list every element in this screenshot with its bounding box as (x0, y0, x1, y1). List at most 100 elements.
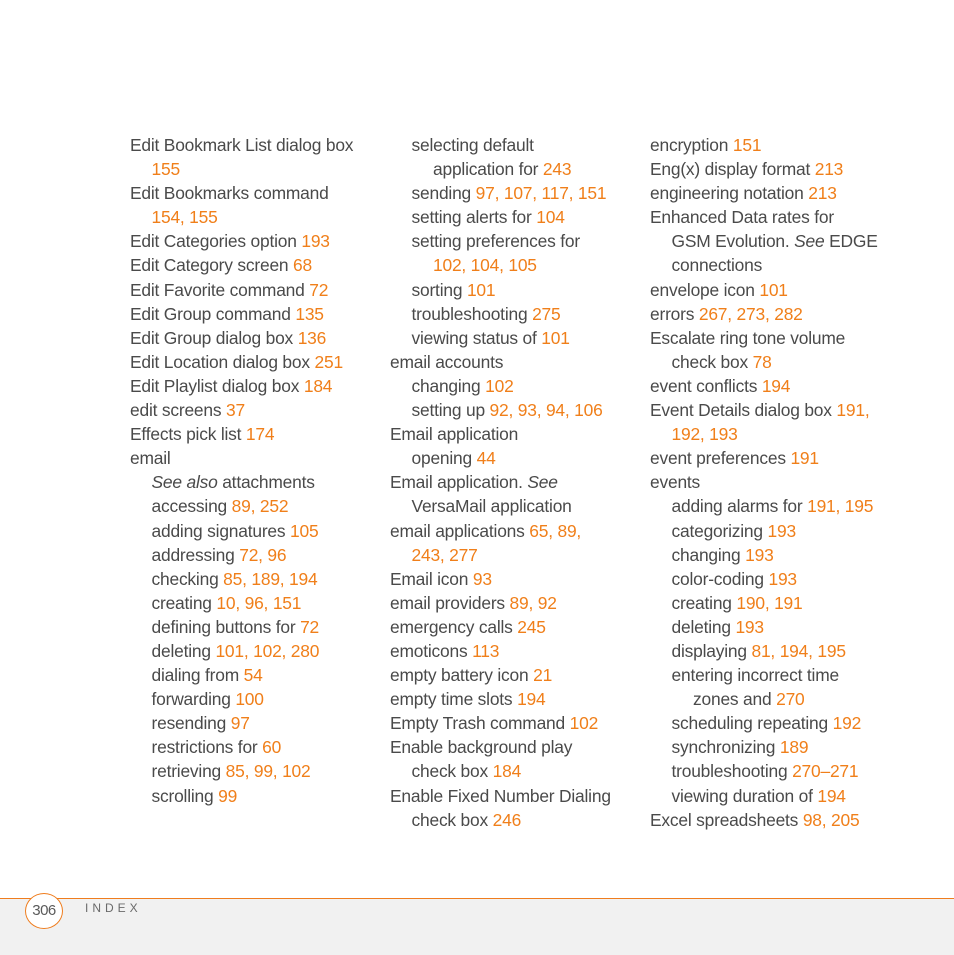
page-reference-link[interactable]: 174 (246, 424, 275, 444)
page-reference-link[interactable]: 246 (493, 810, 522, 830)
page-reference-link[interactable]: 275 (532, 304, 561, 324)
page-reference-link[interactable]: 54 (244, 665, 263, 685)
page-reference-link[interactable]: 136 (298, 328, 327, 348)
index-subentry: connections (650, 253, 910, 277)
page-reference-link[interactable]: 89, 92 (510, 593, 557, 613)
page-number-badge: 306 (25, 893, 63, 929)
index-subentry: setting alerts for 104 (390, 205, 640, 229)
index-subentry: 243, 277 (390, 543, 640, 567)
page-reference-link[interactable]: 267, 273, 282 (699, 304, 803, 324)
page-reference-link[interactable]: 151 (733, 135, 762, 155)
page-reference-link[interactable]: 270 (776, 689, 805, 709)
page-reference-link[interactable]: 89, 252 (232, 496, 289, 516)
index-subentry: synchronizing 189 (650, 735, 910, 759)
index-subentry: application for 243 (390, 157, 640, 181)
page-reference-link[interactable]: 98, 205 (803, 810, 860, 830)
entry-term: defining buttons for (151, 616, 301, 637)
page-reference-link[interactable]: 243 (543, 159, 572, 179)
page-reference-link[interactable]: 155 (152, 159, 181, 179)
page-reference-link[interactable]: 189 (780, 737, 809, 757)
page-reference-link[interactable]: 92, 93, 94, 106 (490, 400, 603, 420)
page-reference-link[interactable]: 251 (315, 352, 344, 372)
page-reference-link[interactable]: 194 (762, 376, 791, 396)
page-reference-link[interactable]: 81, 194, 195 (751, 641, 846, 661)
index-entry: Edit Group command 135 (130, 302, 380, 326)
entry-term: creating (671, 592, 737, 613)
entry-term: VersaMail application (411, 496, 572, 517)
page-reference-link[interactable]: 245 (517, 617, 546, 637)
page-reference-link[interactable]: 193 (768, 569, 797, 589)
index-subentry: VersaMail application (390, 494, 640, 518)
page-reference-link[interactable]: 99 (218, 786, 237, 806)
page-reference-link[interactable]: 101 (541, 328, 570, 348)
index-subentry: adding signatures 105 (130, 519, 380, 543)
page-reference-link[interactable]: 192 (833, 713, 862, 733)
page-reference-link[interactable]: 192, 193 (672, 424, 738, 444)
entry-term: attachments (217, 472, 315, 493)
page-reference-link[interactable]: 190, 191 (736, 593, 802, 613)
page-reference-link[interactable]: 191, 195 (807, 496, 873, 516)
entry-term: event conflicts (650, 375, 762, 396)
page-reference-link[interactable]: 191, (836, 400, 869, 420)
page-reference-link[interactable]: 213 (815, 159, 844, 179)
entry-term: changing (411, 375, 486, 396)
page-reference-link[interactable]: 72, 96 (239, 545, 286, 565)
index-entry: edit screens 37 (130, 398, 380, 422)
page-reference-link[interactable]: 193 (768, 521, 797, 541)
page-reference-link[interactable]: 72 (300, 617, 319, 637)
page-reference-link[interactable]: 44 (477, 448, 496, 468)
index-entry: Edit Bookmark List dialog box (130, 133, 380, 157)
page-reference-link[interactable]: 184 (304, 376, 333, 396)
page-reference-link[interactable]: 100 (235, 689, 264, 709)
page-reference-link[interactable]: 102, 104, 105 (433, 255, 537, 275)
page-reference-link[interactable]: 243, 277 (412, 545, 478, 565)
index-entry: Enhanced Data rates for (650, 205, 910, 229)
entry-term: connections (671, 255, 763, 276)
page-reference-link[interactable]: 37 (226, 400, 245, 420)
page-reference-link[interactable]: 135 (295, 304, 324, 324)
page-reference-link[interactable]: 10, 96, 151 (216, 593, 301, 613)
index-column-2: selecting default application for 243 send… (390, 133, 640, 832)
page-reference-link[interactable]: 102 (570, 713, 599, 733)
page-reference-link[interactable]: 21 (533, 665, 552, 685)
page-reference-link[interactable]: 101, 102, 280 (215, 641, 319, 661)
page-reference-link[interactable]: 101 (759, 280, 788, 300)
page-reference-link[interactable]: 213 (808, 183, 837, 203)
page-reference-link[interactable]: 193 (745, 545, 774, 565)
page-reference-link[interactable]: 193 (301, 231, 330, 251)
index-subentry: 102, 104, 105 (390, 253, 640, 277)
page-reference-link[interactable]: 85, 189, 194 (223, 569, 318, 589)
page-reference-link[interactable]: 72 (309, 280, 328, 300)
entry-term: events (650, 472, 701, 493)
page-reference-link[interactable]: 194 (817, 786, 846, 806)
page-reference-link[interactable]: 104 (536, 207, 565, 227)
page-reference-link[interactable]: 78 (753, 352, 772, 372)
index-entry: Edit Playlist dialog box 184 (130, 374, 380, 398)
entry-term: entering incorrect time (671, 665, 840, 686)
page-reference-link[interactable]: 191 (790, 448, 819, 468)
entry-term: troubleshooting (411, 303, 533, 324)
index-subentry: forwarding 100 (130, 687, 380, 711)
page-reference-link[interactable]: 97 (231, 713, 250, 733)
page-reference-link[interactable]: 105 (290, 521, 319, 541)
page-reference-link[interactable]: 154, 155 (152, 207, 218, 227)
index-subentry: selecting default (390, 133, 640, 157)
page-reference-link[interactable]: 93 (473, 569, 492, 589)
page-reference-link[interactable]: 97, 107, 117, 151 (476, 183, 607, 203)
page-reference-link[interactable]: 65, 89, (529, 521, 581, 541)
page-reference-link[interactable]: 101 (467, 280, 496, 300)
page-reference-link[interactable]: 194 (517, 689, 546, 709)
index-entry: Email icon 93 (390, 567, 640, 591)
page-reference-link[interactable]: 85, 99, 102 (226, 761, 311, 781)
page-reference-link[interactable]: 184 (493, 761, 522, 781)
page-reference-link[interactable]: 270–271 (792, 761, 859, 781)
page-reference-link[interactable]: 68 (293, 255, 312, 275)
page-reference-link[interactable]: 60 (262, 737, 281, 757)
entry-term: errors (650, 303, 699, 324)
page-reference-link[interactable]: 193 (735, 617, 764, 637)
index-entry: Excel spreadsheets 98, 205 (650, 808, 910, 832)
index-subentry: setting preferences for (390, 229, 640, 253)
page-reference-link[interactable]: 113 (472, 641, 499, 661)
entry-term: zones and (693, 689, 777, 710)
page-reference-link[interactable]: 102 (485, 376, 514, 396)
